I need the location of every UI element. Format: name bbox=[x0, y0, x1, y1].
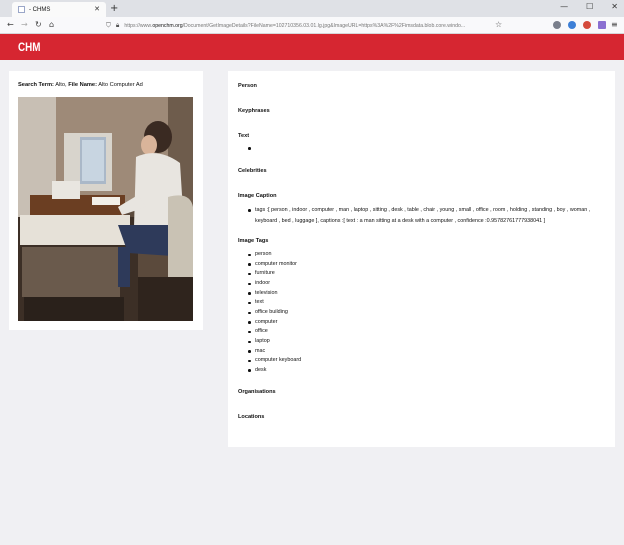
image-tag-item: person bbox=[247, 250, 301, 260]
tab-favicon-icon bbox=[18, 6, 25, 13]
forward-icon[interactable]: → bbox=[21, 20, 28, 29]
search-info: Search Term: Alto, File Name: Alto Compu… bbox=[18, 82, 143, 88]
search-term-label: Search Term: bbox=[18, 82, 54, 88]
back-icon[interactable]: ← bbox=[7, 20, 14, 29]
image-tag-item: computer bbox=[247, 318, 301, 328]
image-caption-text: tags :[ person , indoor , computer , man… bbox=[248, 205, 605, 226]
image-tag-item: desk bbox=[247, 366, 301, 376]
image-tag-item: furniture bbox=[247, 269, 301, 279]
new-tab-button[interactable]: + bbox=[110, 3, 118, 14]
minimize-icon[interactable]: — bbox=[560, 2, 568, 11]
file-name-value: Alto Computer Ad bbox=[98, 82, 143, 88]
window-close-icon[interactable]: ✕ bbox=[611, 2, 618, 11]
image-tag-item: computer keyboard bbox=[247, 356, 301, 366]
image-caption-heading: Image Caption bbox=[238, 193, 277, 199]
maximize-icon[interactable]: ☐ bbox=[586, 2, 593, 11]
extension-icon[interactable] bbox=[598, 21, 606, 29]
image-tag-item: office building bbox=[247, 308, 301, 318]
search-term-value: Alto, bbox=[55, 82, 67, 88]
image-tag-item: laptop bbox=[247, 337, 301, 347]
file-name-label: File Name: bbox=[68, 82, 97, 88]
text-empty-bullet bbox=[248, 147, 251, 150]
url-prefix: https://www. bbox=[124, 22, 153, 29]
url-path: /Document/GetImageDetails?FileName=10271… bbox=[182, 22, 466, 29]
reload-icon[interactable]: ↻ bbox=[35, 20, 42, 29]
image-tags-heading: Image Tags bbox=[238, 238, 269, 244]
alto-computer-photo bbox=[18, 97, 193, 321]
image-tag-item: office bbox=[247, 327, 301, 337]
star-icon[interactable]: ☆ bbox=[495, 20, 502, 29]
image-tags-list: person computer monitor furniture indoor tel… bbox=[247, 250, 301, 376]
lock-icon: 🔒︎ bbox=[115, 21, 120, 29]
tab-close-icon[interactable]: ✕ bbox=[94, 5, 100, 13]
tab-title: - CHMS bbox=[29, 6, 51, 13]
browser-tabbar: - CHMS ✕ + — ☐ ✕ bbox=[0, 0, 624, 17]
keyphrases-heading: Keyphrases bbox=[238, 108, 270, 114]
extension-icon[interactable] bbox=[568, 21, 576, 29]
extension-icon[interactable] bbox=[553, 21, 561, 29]
url-host: openchm.org bbox=[152, 22, 183, 29]
image-tag-item: television bbox=[247, 289, 301, 299]
image-tag-item: indoor bbox=[247, 279, 301, 289]
browser-tab[interactable]: - CHMS ✕ bbox=[12, 2, 106, 17]
text-heading: Text bbox=[238, 133, 250, 139]
person-heading: Person bbox=[238, 83, 257, 89]
window-controls: — ☐ ✕ bbox=[560, 2, 618, 11]
menu-icon[interactable]: ≡ bbox=[611, 20, 618, 29]
image-tag-item: text bbox=[247, 298, 301, 308]
address-bar[interactable]: ⛉ 🔒︎ https://www. openchm.org/Document/Ge… bbox=[106, 20, 492, 31]
browser-toolbar: ← → ↻ ⌂ ⛉ 🔒︎ https://www. openchm.org/Doc… bbox=[0, 17, 624, 34]
details-card: Person Keyphrases Text Celebrities Image… bbox=[228, 71, 615, 447]
shield-icon: ⛉ bbox=[106, 21, 111, 29]
extension-icon[interactable] bbox=[583, 21, 591, 29]
image-tag-item: mac bbox=[247, 347, 301, 357]
image-tag-item: computer monitor bbox=[247, 260, 301, 270]
celebrities-heading: Celebrities bbox=[238, 168, 267, 174]
image-card: Search Term: Alto, File Name: Alto Compu… bbox=[9, 71, 203, 330]
chm-logo[interactable]: CHM bbox=[18, 40, 40, 54]
locations-heading: Locations bbox=[238, 414, 265, 420]
home-icon[interactable]: ⌂ bbox=[49, 20, 54, 29]
site-header: CHM bbox=[0, 34, 624, 60]
organisations-heading: Organisations bbox=[238, 389, 276, 395]
